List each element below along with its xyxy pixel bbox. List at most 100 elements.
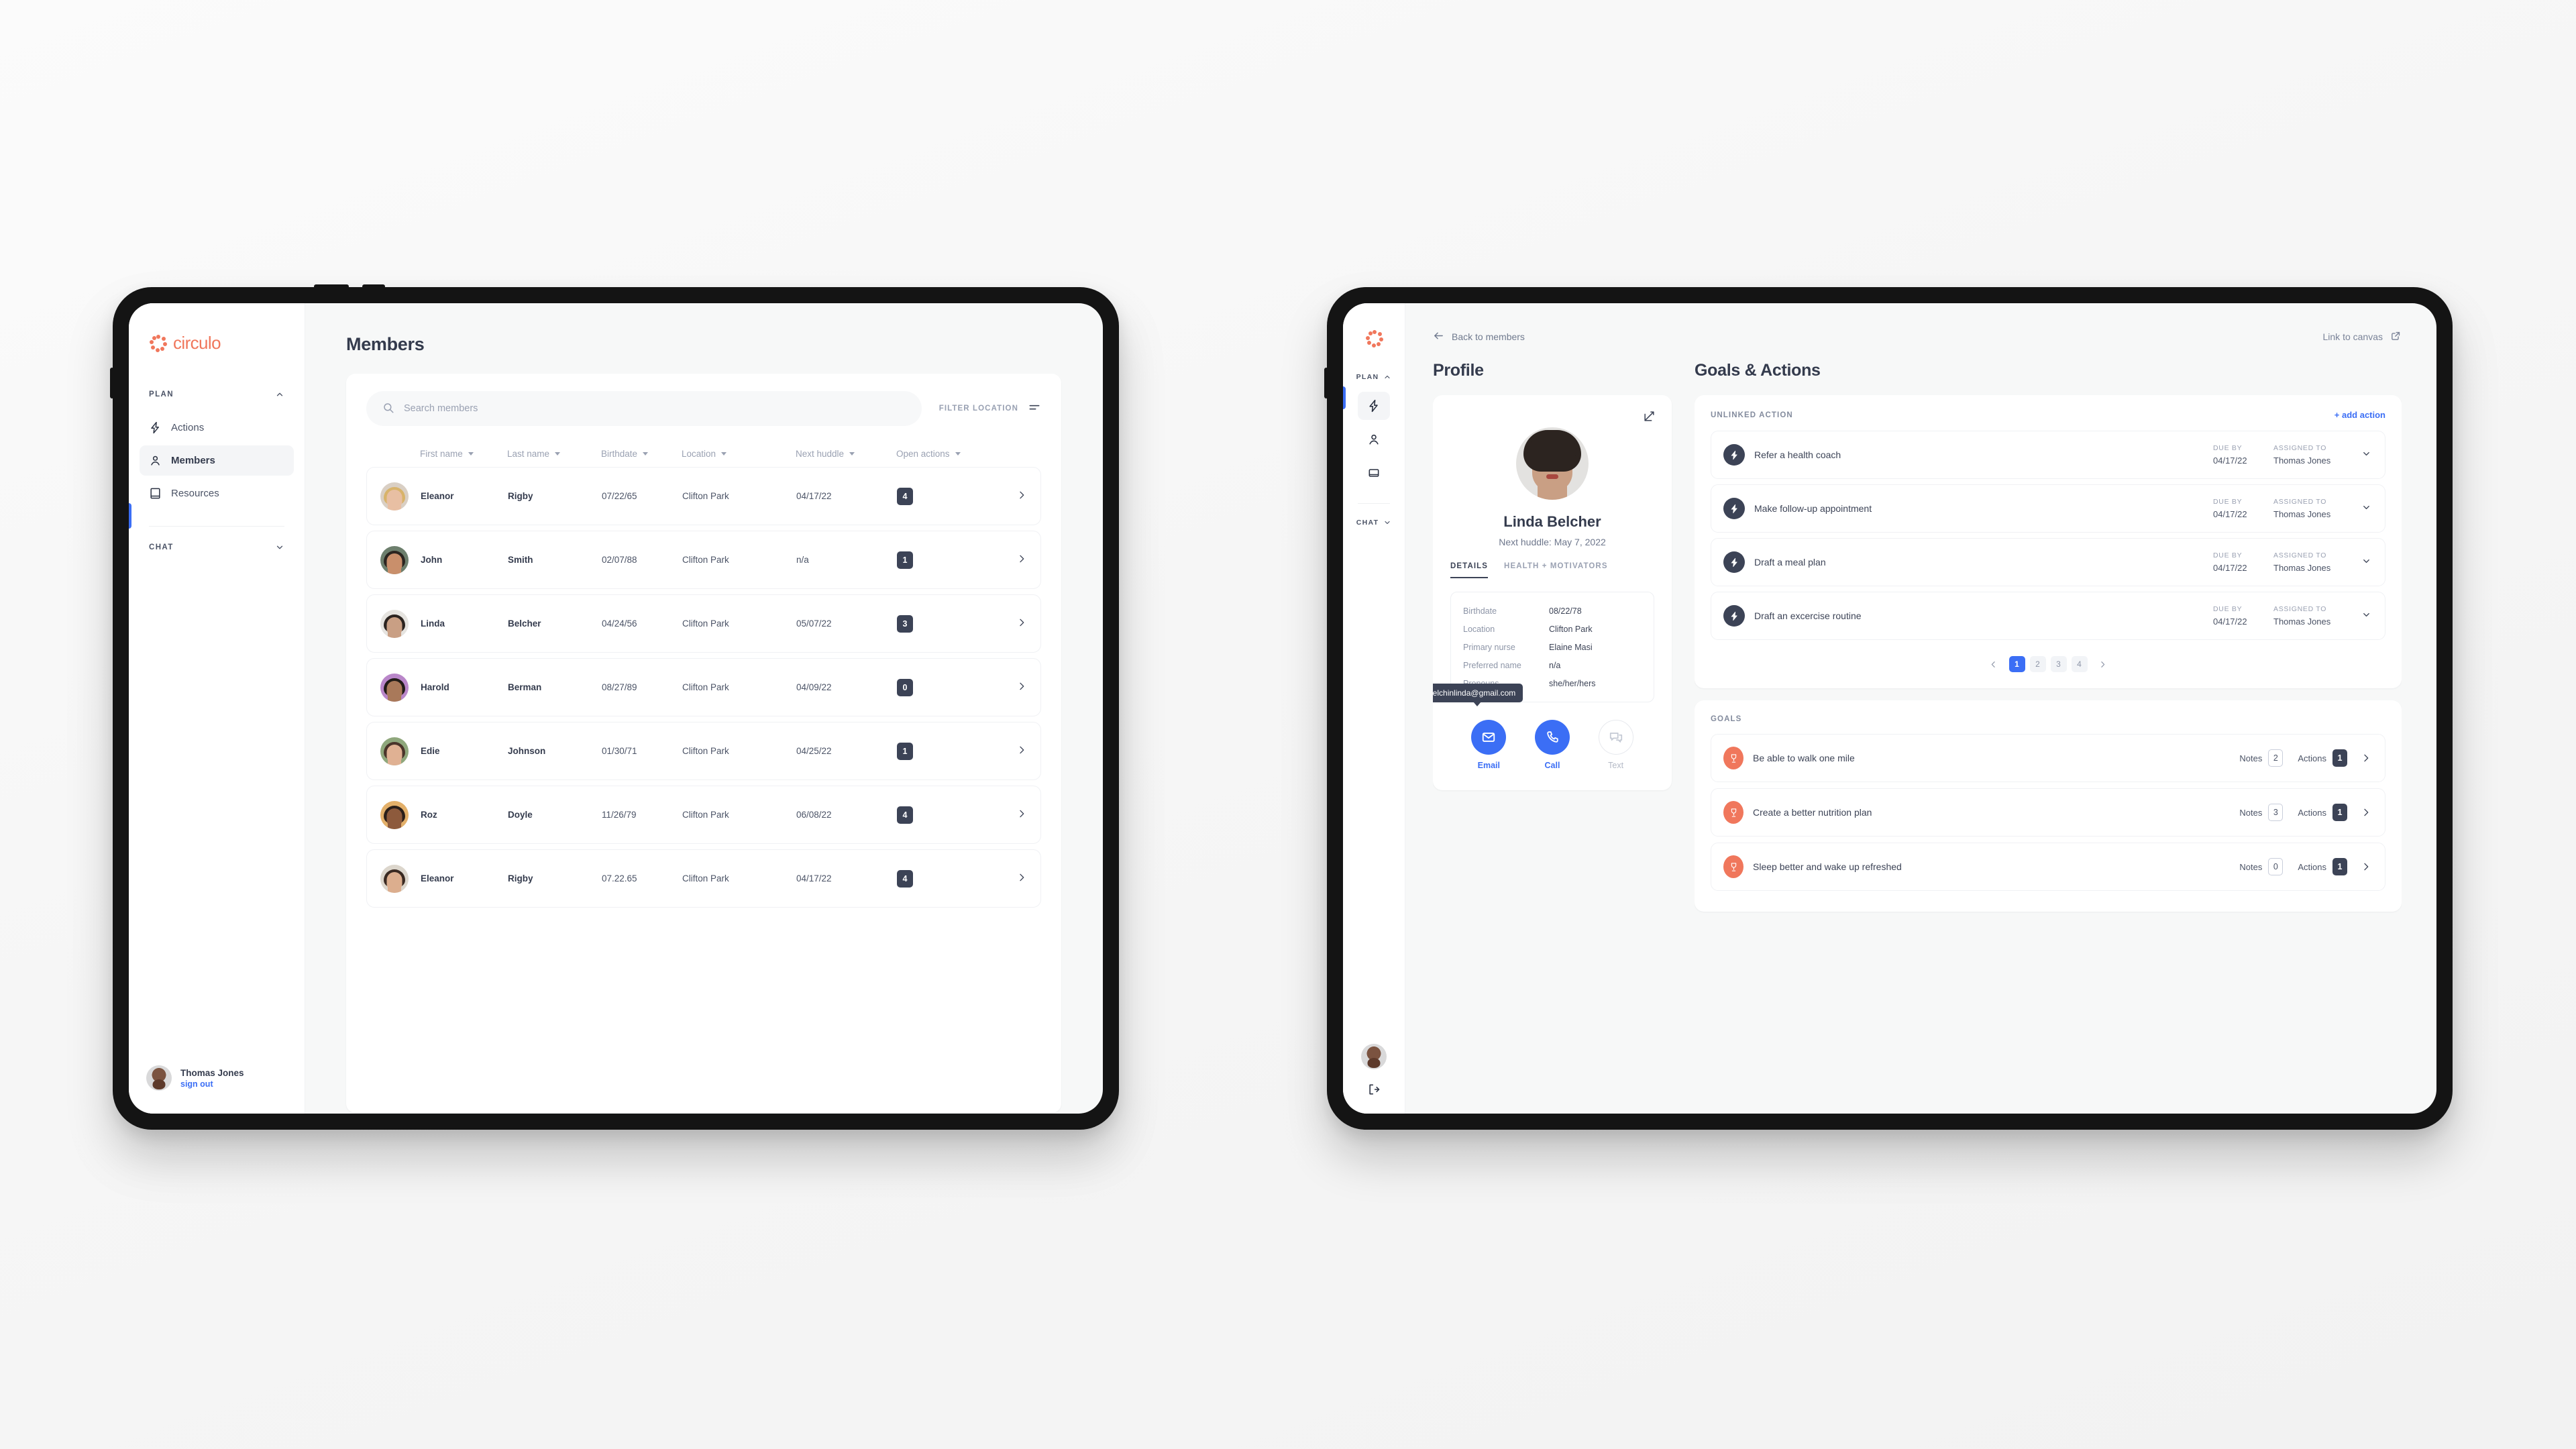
call-button[interactable]: Call [1534, 720, 1570, 770]
cell-first-name: Harold [421, 682, 449, 692]
column-header-first-name[interactable]: First name [420, 449, 507, 459]
sidebar-item-actions[interactable]: Actions [140, 413, 294, 443]
rail-item-resources[interactable] [1358, 459, 1390, 487]
pagination-page[interactable]: 1 [2008, 656, 2025, 672]
pagination-next[interactable] [2092, 656, 2114, 672]
members-table: Eleanor Rigby 07/22/65 Clifton Park 04/17/22… [366, 467, 1041, 908]
pagination-prev[interactable] [1983, 656, 2004, 672]
chevron-up-icon[interactable] [275, 390, 284, 399]
link-to-canvas-button[interactable]: Link to canvas [2323, 330, 2402, 343]
tab-details[interactable]: DETAILS [1450, 562, 1489, 578]
goal-title: Create a better nutrition plan [1753, 807, 1872, 818]
email-button[interactable]: Email [1471, 720, 1507, 770]
pagination-page[interactable]: 4 [2071, 656, 2088, 672]
chevron-down-icon[interactable] [2355, 610, 2371, 622]
chevron-right-icon[interactable] [2361, 861, 2371, 872]
rail-item-members[interactable] [1358, 425, 1390, 453]
column-header-next-huddle[interactable]: Next huddle [796, 449, 896, 459]
chevron-down-icon[interactable] [1383, 519, 1391, 527]
pagination-page[interactable]: 3 [2050, 656, 2067, 672]
volume-button[interactable] [1324, 368, 1328, 398]
goal-row[interactable]: Sleep better and wake up refreshed Notes 0… [1711, 843, 2385, 891]
chevron-right-icon[interactable] [1016, 617, 1027, 628]
power-button[interactable] [314, 284, 349, 288]
table-row[interactable]: Edie Johnson 01/30/71 Clifton Park 04/25/22 1 [366, 722, 1041, 780]
chevron-right-icon[interactable] [1016, 681, 1027, 692]
action-row[interactable]: Draft an excercise routine DUE BY 04/17/22… [1711, 592, 2385, 640]
goal-row[interactable]: Be able to walk one mile Notes 2 Actions 1 [1711, 734, 2385, 782]
chevron-down-icon[interactable] [2355, 449, 2371, 461]
chevron-up-icon[interactable] [1383, 373, 1391, 381]
goal-row[interactable]: Create a better nutrition plan Notes 3 Acti… [1711, 788, 2385, 837]
sidebar-user[interactable]: Thomas Jones sign out [129, 1065, 305, 1114]
cell-birthdate: 04/24/56 [602, 619, 637, 629]
tab-health-motivators[interactable]: HEALTH + MOTIVATORS [1504, 562, 1608, 578]
actions-badge: 1 [2332, 804, 2347, 821]
action-due-by: DUE BY 04/17/22 [2213, 605, 2247, 627]
sidebar-item-resources[interactable]: Resources [140, 478, 294, 508]
column-header-last-name[interactable]: Last name [507, 449, 601, 459]
avatar [380, 673, 409, 702]
chevron-right-icon[interactable] [1016, 808, 1027, 819]
column-header-open-actions[interactable]: Open actions [896, 449, 977, 459]
volume-button[interactable] [110, 368, 114, 398]
detail-row: Birthdate 08/22/78 [1463, 602, 1642, 620]
cell-last-name: Belcher [508, 619, 541, 629]
sign-out-link[interactable]: sign out [180, 1079, 244, 1089]
cell-next-huddle: 04/17/22 [796, 873, 832, 883]
pagination-page[interactable]: 2 [2029, 656, 2046, 672]
table-row[interactable]: Linda Belcher 04/24/56 Clifton Park 05/07/22… [366, 594, 1041, 653]
action-row[interactable]: Draft a meal plan DUE BY 04/17/22 ASSIGNED … [1711, 538, 2385, 586]
left-screen: circulo PLAN Actions Members Resources C… [129, 303, 1103, 1114]
rail-item-actions[interactable] [1358, 392, 1390, 420]
brand-logo[interactable]: circulo [129, 333, 305, 390]
chevron-down-icon[interactable] [2355, 556, 2371, 568]
pagination: 1234 [1711, 645, 2385, 674]
chevron-right-icon[interactable] [1016, 490, 1027, 500]
action-row[interactable]: Make follow-up appointment DUE BY 04/17/22… [1711, 484, 2385, 533]
goal-actions: Actions 1 [2298, 804, 2347, 821]
search-input[interactable] [404, 403, 906, 414]
edit-icon[interactable] [1643, 410, 1656, 423]
sort-filter-icon [1028, 401, 1041, 417]
sign-out-button[interactable] [1367, 1083, 1381, 1096]
table-row[interactable]: Harold Berman 08/27/89 Clifton Park 04/09/22… [366, 658, 1041, 716]
goals-actions-column: Goals & Actions UNLINKED ACTION + add ac… [1695, 361, 2402, 1114]
chevron-down-icon[interactable] [275, 543, 284, 552]
caret-down-icon [849, 452, 855, 455]
table-row[interactable]: John Smith 02/07/88 Clifton Park n/a 1 [366, 531, 1041, 589]
text-button[interactable]: Text [1598, 720, 1633, 770]
table-row[interactable]: Eleanor Rigby 07/22/65 Clifton Park 04/17/22… [366, 467, 1041, 525]
action-assigned-to: ASSIGNED TO Thomas Jones [2273, 551, 2331, 573]
chevron-down-icon[interactable] [2355, 502, 2371, 515]
table-row[interactable]: Eleanor Rigby 07.22.65 Clifton Park 04/17/22… [366, 849, 1041, 908]
filter-location-button[interactable]: FILTER LOCATION [939, 401, 1041, 417]
column-header-location[interactable]: Location [682, 449, 796, 459]
chevron-right-icon[interactable] [1016, 745, 1027, 755]
chevron-right-icon[interactable] [2361, 807, 2371, 818]
cell-first-name: Eleanor [421, 873, 454, 883]
action-title: Refer a health coach [1754, 449, 1841, 460]
envelope-icon [1481, 730, 1496, 745]
chevron-right-icon[interactable] [1016, 872, 1027, 883]
caret-down-icon [721, 452, 727, 455]
action-row[interactable]: Refer a health coach DUE BY 04/17/22 ASSIGN… [1711, 431, 2385, 479]
sidebar-section-plan[interactable]: PLAN [129, 390, 305, 399]
table-row[interactable]: Roz Doyle 11/26/79 Clifton Park 06/08/22 4 [366, 786, 1041, 844]
action-due-by: DUE BY 04/17/22 [2213, 551, 2247, 573]
circulo-dots-icon[interactable] [1365, 330, 1383, 348]
avatar[interactable] [1361, 1044, 1387, 1069]
rail-section-chat[interactable]: CHAT [1356, 519, 1392, 527]
add-action-button[interactable]: + add action [2334, 410, 2385, 420]
chevron-right-icon[interactable] [1016, 553, 1027, 564]
call-label: Call [1544, 761, 1560, 770]
sidebar-item-members[interactable]: Members [140, 445, 294, 476]
unlinked-actions-card: UNLINKED ACTION + add action Refer a hea… [1695, 395, 2402, 688]
rail-section-plan[interactable]: PLAN [1356, 373, 1392, 381]
chevron-right-icon[interactable] [2361, 753, 2371, 763]
search-box[interactable] [366, 391, 922, 426]
back-to-members-link[interactable]: Back to members [1433, 330, 1525, 343]
goals-actions-heading: Goals & Actions [1695, 361, 1821, 380]
column-header-birthdate[interactable]: Birthdate [601, 449, 682, 459]
sidebar-section-chat[interactable]: CHAT [129, 543, 305, 552]
